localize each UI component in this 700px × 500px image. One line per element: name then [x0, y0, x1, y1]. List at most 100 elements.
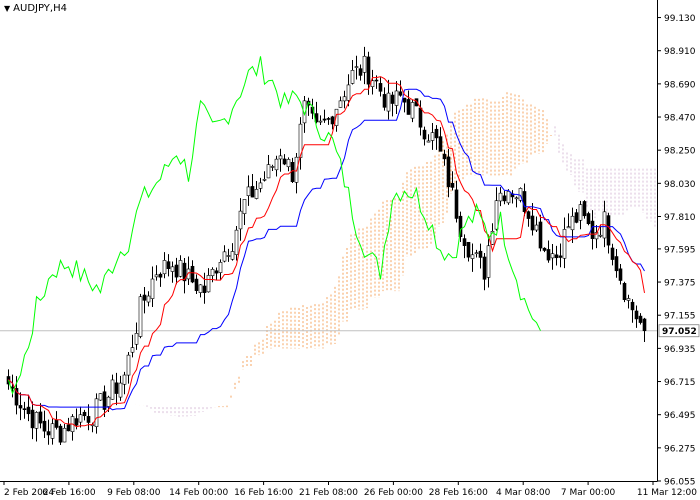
candle-body: [238, 210, 243, 230]
candle-body: [442, 153, 447, 160]
candle-body: [350, 70, 355, 84]
candle-body: [578, 204, 583, 221]
candle-body: [606, 215, 611, 246]
candle-body: [286, 159, 291, 168]
candle-body: [342, 96, 347, 102]
candle-body: [118, 382, 123, 398]
candle-body: [174, 264, 179, 278]
candle-body: [626, 298, 631, 301]
candle-body: [610, 247, 615, 260]
candle-body: [550, 253, 555, 259]
candle-body: [526, 211, 531, 219]
candle-body: [530, 215, 535, 231]
candle-body: [382, 94, 387, 108]
candle-body: [546, 249, 551, 261]
y-tick-label: 96.055: [664, 478, 696, 488]
candle-body: [82, 411, 87, 417]
candle-body: [554, 254, 559, 259]
candle-body: [514, 197, 519, 200]
symbol-header[interactable]: ▼ AUDJPY,H4: [4, 3, 67, 14]
candle-body: [226, 255, 231, 257]
candle-body: [394, 90, 399, 106]
candle-body: [482, 256, 487, 280]
x-tick-label: 21 Feb 08:00: [299, 488, 358, 498]
candle-body: [270, 166, 275, 168]
candle-body: [254, 189, 259, 199]
candle-body: [150, 278, 155, 299]
candle-body: [462, 238, 467, 246]
candle-body: [466, 241, 471, 258]
price-chart[interactable]: 99.130 98.910 98.690 98.470 98.250 98.030 97.8…: [0, 0, 700, 500]
x-tick-label: 16 Feb 16:00: [234, 488, 293, 498]
candle-body: [46, 431, 51, 436]
candle-body: [582, 201, 587, 217]
candle-body: [206, 275, 211, 293]
candle-body: [246, 186, 251, 196]
y-tick-label: 98.910: [664, 47, 696, 57]
candle-body: [74, 418, 79, 426]
candle-body: [622, 283, 627, 300]
candle-body: [422, 129, 427, 140]
triangle-down-icon[interactable]: ▼: [4, 4, 10, 14]
candle-body: [614, 256, 619, 272]
y-tick-label: 97.595: [664, 245, 696, 255]
candle-body: [586, 213, 591, 224]
candle-body: [18, 405, 23, 409]
candle-body: [98, 393, 103, 401]
candle-body: [642, 318, 647, 332]
candle-body: [126, 354, 131, 376]
candle-body: [346, 84, 351, 101]
x-tick-label: 26 Feb 00:00: [364, 488, 423, 498]
candle-body: [454, 189, 459, 219]
candle-body: [78, 414, 83, 423]
candle-body: [362, 55, 367, 73]
candle-body: [366, 56, 371, 85]
candle-body: [450, 183, 455, 188]
candle-body: [210, 269, 215, 277]
candle-body: [114, 382, 119, 394]
candle-body: [134, 333, 139, 345]
candle-body: [534, 224, 539, 231]
candle-body: [202, 285, 207, 294]
candle-body: [502, 195, 507, 202]
candle-body: [142, 294, 147, 301]
candle-body: [474, 252, 479, 255]
candle-body: [194, 278, 199, 291]
candle-body: [386, 92, 391, 112]
candle-body: [258, 182, 263, 189]
y-tick-label: 96.275: [664, 444, 696, 454]
y-tick-label: 98.030: [664, 180, 696, 190]
candle-body: [158, 273, 163, 278]
candle-body: [390, 94, 395, 104]
chart-area[interactable]: 99.130 98.910 98.690 98.470 98.250 98.030 97.8…: [0, 0, 700, 500]
candle-body: [266, 164, 271, 179]
candle-body: [230, 251, 235, 260]
x-tick-label: 14 Feb 00:00: [169, 488, 228, 498]
candle-body: [198, 284, 203, 293]
candle-body: [274, 158, 279, 171]
candle-body: [438, 136, 443, 152]
x-tick-label: 4 Mar 08:00: [496, 488, 551, 498]
candle-body: [618, 268, 623, 281]
candle-body: [418, 107, 423, 128]
candle-body: [166, 261, 171, 269]
candle-body: [138, 296, 143, 337]
candle-body: [338, 100, 343, 108]
candle-body: [10, 386, 15, 389]
candle-body: [398, 91, 403, 96]
candle-body: [234, 229, 239, 255]
candle-body: [330, 116, 335, 125]
candle-body: [446, 156, 451, 188]
candle-body: [54, 419, 59, 428]
candle-body: [218, 262, 223, 273]
candle-body: [326, 118, 331, 120]
candle-body: [358, 68, 363, 76]
candle-body: [410, 102, 415, 119]
candle-body: [50, 423, 55, 439]
candle-body: [130, 347, 135, 353]
x-tick-label: 9 Feb 08:00: [107, 488, 161, 498]
candle-body: [190, 265, 195, 283]
candle-body: [558, 255, 563, 258]
candle-body: [26, 406, 31, 415]
candle-body: [634, 310, 639, 320]
